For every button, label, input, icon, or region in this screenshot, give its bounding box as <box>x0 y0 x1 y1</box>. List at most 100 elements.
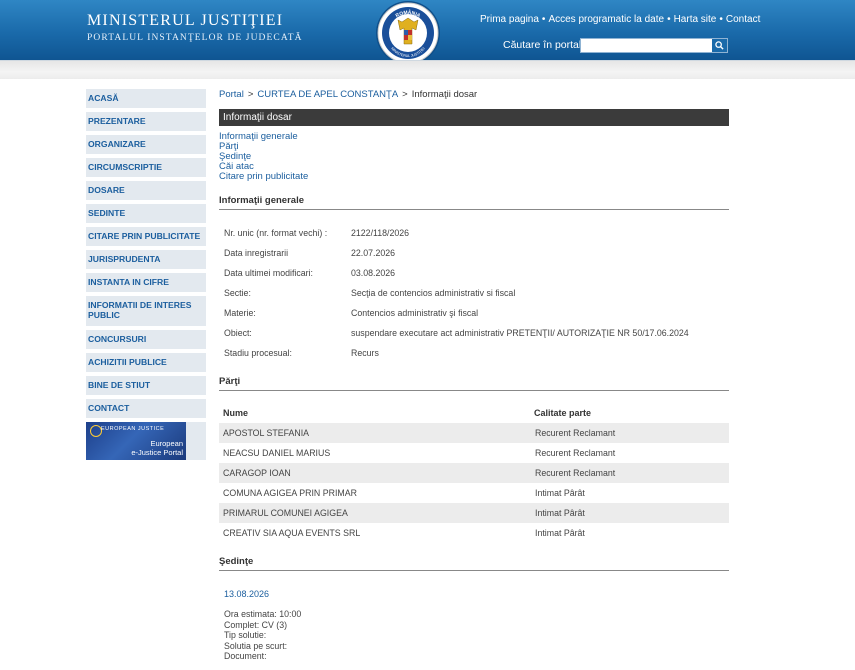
sidebar-item-bine-de-stiut[interactable]: BINE DE STIUT <box>86 376 206 395</box>
search-input[interactable] <box>581 39 711 52</box>
table-row: PRIMARUL COMUNEI AGIGEA Intimat Pârât <box>219 503 729 523</box>
info-table: Nr. unic (nr. format vechi) : 2122/118/20… <box>219 225 729 365</box>
col-nume: Nume <box>223 408 249 418</box>
party-role: Recurent Reclamant <box>535 468 616 478</box>
sidebar-item-instanta-in-cifre[interactable]: INSTANTA IN CIFRE <box>86 273 206 292</box>
info-label: Data inregistrarii <box>224 248 289 258</box>
ejustice-top-text: EUROPEAN JUSTICE <box>101 426 165 432</box>
info-value: Contencios administrativ şi fiscal <box>351 308 479 318</box>
party-role: Intimat Pârât <box>535 508 585 518</box>
breadcrumb-court[interactable]: CURTEA DE APEL CONSTANŢA <box>257 89 398 100</box>
table-row: COMUNA AGIGEA PRIN PRIMAR Intimat Pârât <box>219 483 729 503</box>
search-box <box>580 38 728 53</box>
sidebar-item-jurisprudenta[interactable]: JURISPRUDENTA <box>86 250 206 269</box>
table-row: APOSTOL STEFANIA Recurent Reclamant <box>219 423 729 443</box>
coat-of-arms-icon[interactable]: ROMÂNIA MINISTERUL JUSTIŢIEI <box>374 0 442 68</box>
breadcrumb-portal[interactable]: Portal <box>219 89 244 100</box>
breadcrumb-current: Informaţii dosar <box>411 89 478 100</box>
nav-harta-site[interactable]: Harta site <box>674 14 717 25</box>
info-row: Data inregistrarii 22.07.2026 <box>219 245 729 265</box>
info-row: Materie: Contencios administrativ şi fisc… <box>219 305 729 325</box>
site-title[interactable]: MINISTERUL JUSTIŢIEI <box>87 12 283 30</box>
party-name: CREATIV SIA AQUA EVENTS SRL <box>223 528 361 538</box>
parti-table: APOSTOL STEFANIA Recurent Reclamant NEACS… <box>219 423 729 543</box>
sedinta-date[interactable]: 13.08.2026 <box>224 589 269 599</box>
nav-bullet: • <box>667 14 671 25</box>
info-label: Data ultimei modificari: <box>224 268 313 278</box>
info-row: Data ultimei modificari: 03.08.2026 <box>219 265 729 285</box>
ejustice-spacer <box>186 422 206 460</box>
breadcrumb-sep: > <box>247 89 254 100</box>
info-label: Obiect: <box>224 328 252 338</box>
page-title: Informaţii dosar <box>219 109 729 126</box>
info-label: Stadiu procesual: <box>224 348 292 358</box>
sidebar-item-acasa[interactable]: ACASĂ <box>86 89 206 108</box>
sedinta-tip-solutie: Tip solutie: <box>224 630 267 640</box>
section-heading-parti: Părţi <box>219 376 729 391</box>
sidebar-item-informatii-interes-public[interactable]: INFORMATII DE INTERES PUBLIC <box>86 296 206 326</box>
info-value: 03.08.2026 <box>351 268 396 278</box>
sedinta-ora: Ora estimata: 10:00 <box>224 609 302 619</box>
party-role: Recurent Reclamant <box>535 428 616 438</box>
info-label: Materie: <box>224 308 256 318</box>
sedinta-document: Document: <box>224 651 267 661</box>
section-anchors: Informaţii generale Părţi Şedinţe Căi at… <box>219 132 308 182</box>
section-heading-sedinte: Şedinţe <box>219 556 729 571</box>
table-row: CARAGOP IOAN Recurent Reclamant <box>219 463 729 483</box>
search-button[interactable] <box>712 39 727 52</box>
sidebar-item-organizare[interactable]: ORGANIZARE <box>86 135 206 154</box>
nav-prima-pagina[interactable]: Prima pagina <box>480 14 539 25</box>
sedinta-details: Ora estimata: 10:00 Complet: CV (3) Tip … <box>224 609 301 662</box>
party-name: NEACSU DANIEL MARIUS <box>223 448 331 458</box>
sidebar: ACASĂ PREZENTARE ORGANIZARE CIRCUMSCRIPT… <box>86 89 206 462</box>
sedinta-solutia: Solutia pe scurt: <box>224 640 288 651</box>
table-row: CREATIV SIA AQUA EVENTS SRL Intimat Pârât <box>219 523 729 543</box>
sidebar-item-achizitii-publice[interactable]: ACHIZITII PUBLICE <box>86 353 206 372</box>
info-row: Obiect: suspendare executare act administ… <box>219 325 729 345</box>
party-name: PRIMARUL COMUNEI AGIGEA <box>223 508 348 518</box>
site-header: MINISTERUL JUSTIŢIEI PORTALUL INSTANŢELO… <box>0 0 855 65</box>
header-divider <box>0 60 855 79</box>
main-content: Portal > CURTEA DE APEL CONSTANŢA > Informaţ… <box>219 89 729 661</box>
sidebar-item-citare[interactable]: CITARE PRIN PUBLICITATE <box>86 227 206 246</box>
party-role: Recurent Reclamant <box>535 448 616 458</box>
info-row: Sectie: Secţia de contencios administrati… <box>219 285 729 305</box>
info-value: 22.07.2026 <box>351 248 396 258</box>
sidebar-item-dosare[interactable]: DOSARE <box>86 181 206 200</box>
info-value: Secţia de contencios administrativ si fi… <box>351 288 516 298</box>
info-label: Sectie: <box>224 288 251 298</box>
sidebar-item-contact[interactable]: CONTACT <box>86 399 206 418</box>
breadcrumb-sep: > <box>402 89 408 100</box>
sedinta-complet: Complet: CV (3) <box>224 619 288 630</box>
sidebar-item-prezentare[interactable]: PREZENTARE <box>86 112 206 131</box>
site-subtitle[interactable]: PORTALUL INSTANŢELOR DE JUDECATĂ <box>87 33 303 43</box>
party-role: Intimat Pârât <box>535 528 585 538</box>
anchor-citare[interactable]: Citare prin publicitate <box>219 172 308 182</box>
ejustice-portal-banner[interactable]: EUROPEAN JUSTICE European e-Justice Port… <box>86 422 186 460</box>
sidebar-item-concursuri[interactable]: CONCURSURI <box>86 330 206 349</box>
info-value: 2122/118/2026 <box>351 228 410 238</box>
party-name: APOSTOL STEFANIA <box>223 428 310 438</box>
section-heading-informatii: Informaţii generale <box>219 195 729 210</box>
info-label: Nr. unic (nr. format vechi) : <box>224 228 328 238</box>
info-row: Nr. unic (nr. format vechi) : 2122/118/20… <box>219 225 729 245</box>
sidebar-item-circumscriptie[interactable]: CIRCUMSCRIPTIE <box>86 158 206 177</box>
search-label: Căutare în portal <box>503 39 582 51</box>
table-row: NEACSU DANIEL MARIUS Recurent Reclamant <box>219 443 729 463</box>
parti-table-header: Nume Calitate parte <box>219 405 729 423</box>
nav-acces-programatic[interactable]: Acces programatic la date <box>548 14 664 25</box>
party-role: Intimat Pârât <box>535 488 585 498</box>
ejustice-bottom-text: European e-Justice Portal <box>131 439 183 457</box>
sidebar-item-sedinte[interactable]: SEDINTE <box>86 204 206 223</box>
breadcrumb: Portal > CURTEA DE APEL CONSTANŢA > Informaţ… <box>219 89 729 103</box>
info-value: suspendare executare act administrativ P… <box>351 328 689 338</box>
nav-contact[interactable]: Contact <box>726 14 760 25</box>
top-nav: Prima pagina • Acces programatic la date • H… <box>480 14 760 25</box>
col-calitate: Calitate parte <box>534 408 592 418</box>
magnifier-icon <box>715 41 724 50</box>
nav-bullet: • <box>541 14 546 25</box>
info-row: Stadiu procesual: Recurs <box>219 345 729 365</box>
nav-bullet: • <box>719 14 723 25</box>
party-name: COMUNA AGIGEA PRIN PRIMAR <box>223 488 357 498</box>
info-value: Recurs <box>351 348 379 358</box>
